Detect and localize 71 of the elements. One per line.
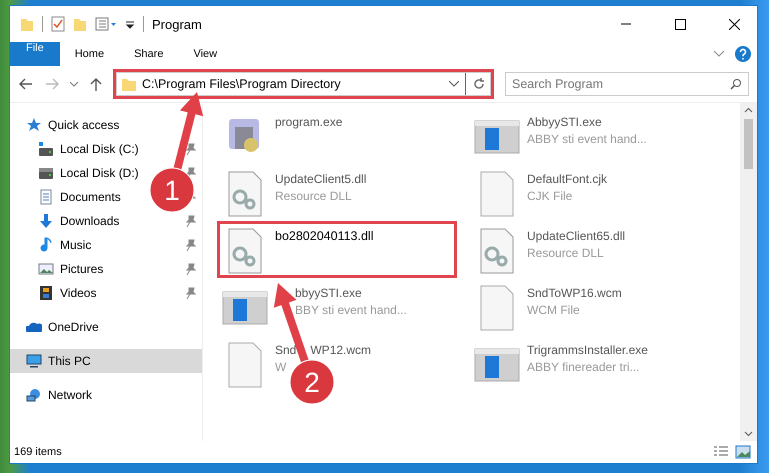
nav-item[interactable]: This PC <box>10 349 202 373</box>
search-icon[interactable] <box>730 78 742 90</box>
network-icon <box>26 387 42 403</box>
up-arrow-icon <box>90 77 102 91</box>
close-icon <box>728 18 740 30</box>
nav-item[interactable]: Local Disk (C:) <box>60 142 139 156</box>
nav-item[interactable]: Local Disk (D:) <box>60 166 139 180</box>
drive-c-icon <box>38 141 54 157</box>
dropdown-icon[interactable] <box>449 81 459 87</box>
nav-item[interactable]: Network <box>10 383 202 407</box>
nav-item[interactable]: Music <box>60 238 92 252</box>
window-title: Program <box>152 16 203 32</box>
video-icon <box>38 285 54 301</box>
callout-number: 2 <box>304 367 320 398</box>
nav-item[interactable]: OneDrive <box>10 315 202 339</box>
forward-arrow-icon <box>45 78 59 90</box>
scroll-up-icon[interactable] <box>744 106 753 115</box>
document-icon <box>38 189 54 205</box>
file-name[interactable]: bbyySTI.exe <box>295 286 362 300</box>
file-type: CJK File <box>527 189 574 203</box>
scrollbar[interactable] <box>740 103 757 441</box>
file-name[interactable]: SndToWP16.wcm <box>527 286 622 300</box>
file-type: W <box>275 360 288 374</box>
large-icons-view-icon[interactable] <box>735 445 751 459</box>
nav-item[interactable]: Pictures <box>60 262 104 276</box>
file-name[interactable]: UpdateClient5.dll <box>275 172 366 186</box>
pc-icon <box>26 353 42 369</box>
ribbon-tab[interactable]: Home <box>60 42 120 66</box>
pictures-icon <box>38 261 54 277</box>
refresh-icon[interactable] <box>472 77 486 91</box>
nav-item[interactable]: Quick access <box>10 113 202 137</box>
nav-item[interactable]: Downloads <box>60 214 120 228</box>
nav-item[interactable]: Documents <box>60 190 121 204</box>
item-count: 169 items <box>14 446 63 458</box>
address-path: C:\Program Files\Program Directory <box>142 77 342 91</box>
address-bar[interactable]: C:\Program Files\Program Directory <box>116 72 491 96</box>
file-type: Resource DLL <box>275 189 353 203</box>
file-name[interactable]: UpdateClient65.dll <box>527 229 626 243</box>
maximize-icon <box>674 18 686 30</box>
search-box[interactable]: Search Program <box>505 72 749 96</box>
file-type: Resource DLL <box>527 246 605 260</box>
ribbon-tab[interactable]: View <box>178 42 232 66</box>
scroll-down-icon[interactable] <box>744 429 753 438</box>
drive-icon <box>38 165 54 181</box>
file-name[interactable]: Snd <box>275 343 296 357</box>
minimize-icon <box>621 23 631 25</box>
expand-ribbon-icon[interactable] <box>713 50 725 58</box>
back-arrow-icon <box>19 78 33 90</box>
file-name[interactable]: bo2802040113.dll <box>275 229 374 243</box>
ribbon-tab[interactable]: Share <box>119 42 178 66</box>
file-name-part: WP12.wcm <box>310 343 372 357</box>
file-type: ABBY finereader tri... <box>527 360 640 374</box>
nav-item[interactable]: Videos <box>60 286 96 300</box>
star-icon <box>26 117 42 133</box>
file-type: BBY sti event hand... <box>295 303 407 317</box>
file-name[interactable]: TrigrammsInstaller.exe <box>527 343 648 357</box>
file-menu-button[interactable]: File <box>10 42 60 66</box>
download-icon <box>38 213 54 229</box>
file-name[interactable]: DefaultFont.cjk <box>527 172 608 186</box>
file-name[interactable]: program.exe <box>275 115 342 129</box>
help-icon[interactable] <box>735 46 751 62</box>
view-options-icon[interactable] <box>95 16 117 32</box>
properties-icon[interactable] <box>51 16 65 32</box>
file-type: WCM File <box>527 303 581 317</box>
music-icon <box>38 237 54 253</box>
folder-icon <box>122 77 136 91</box>
file-name[interactable]: AbbyySTI.exe <box>527 115 602 129</box>
file-type: ABBY sti event hand... <box>527 132 647 146</box>
scroll-thumb[interactable] <box>744 119 753 169</box>
callout-number: 1 <box>164 175 180 206</box>
chevron-down-icon <box>70 82 78 86</box>
